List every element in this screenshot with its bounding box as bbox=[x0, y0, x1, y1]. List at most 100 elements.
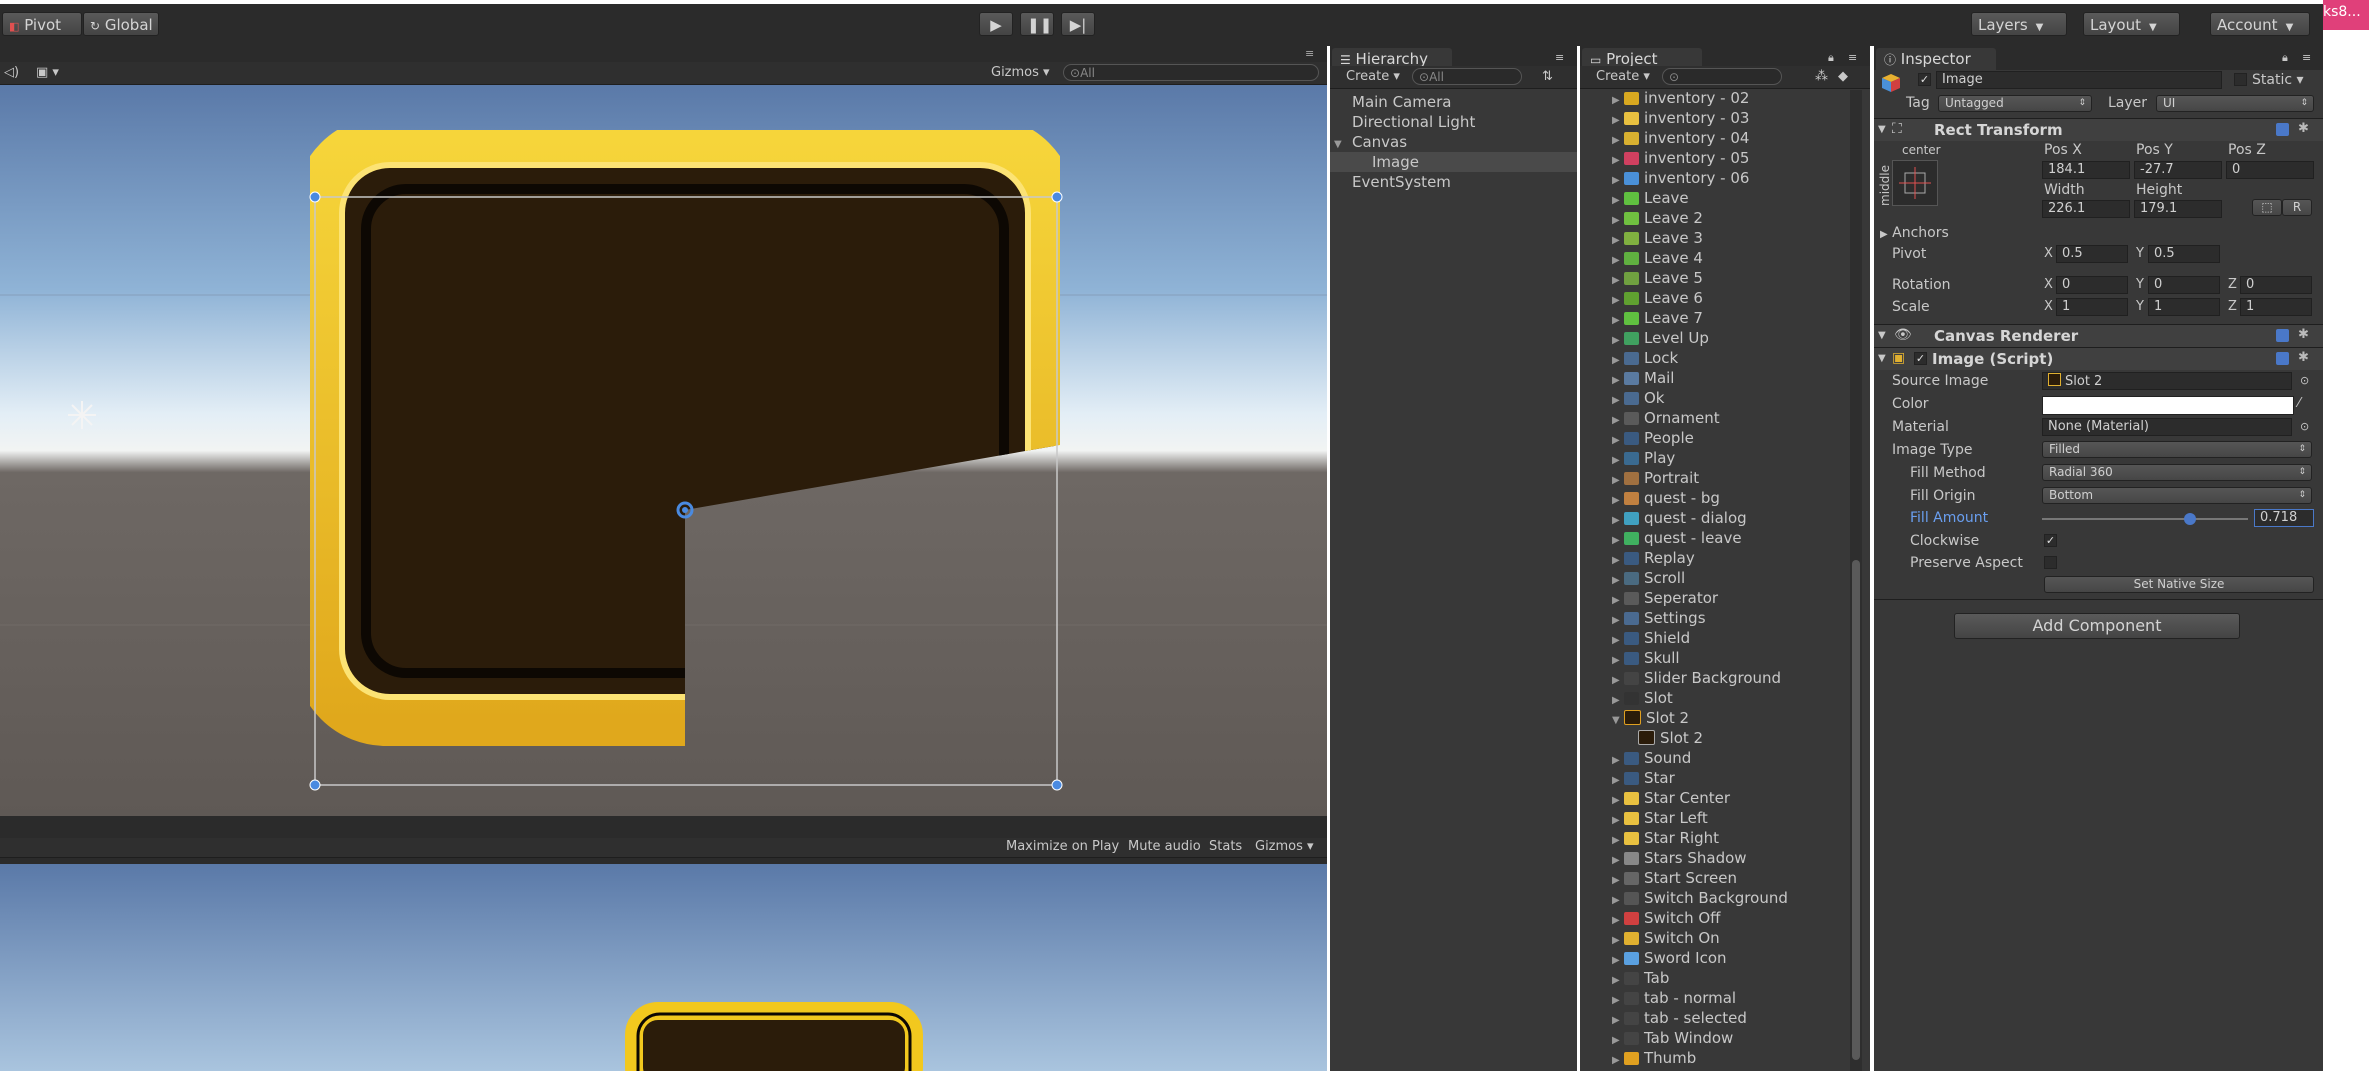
width-field[interactable]: 226.1 bbox=[2042, 200, 2130, 218]
anchors-foldout[interactable]: ▶ Anchors bbox=[1880, 224, 1949, 244]
project-item[interactable]: ▶ Settings bbox=[1612, 608, 1706, 628]
canvas-renderer-header[interactable]: ▼ 👁︎ Canvas Renderer ✱ bbox=[1874, 324, 2323, 347]
project-scrollbar[interactable] bbox=[1850, 90, 1862, 1071]
lock-icon[interactable]: 🔒︎ bbox=[2282, 48, 2288, 68]
play-button[interactable]: ▶ bbox=[979, 12, 1013, 36]
project-item[interactable]: ▶ Mail bbox=[1612, 368, 1674, 388]
hierarchy-item[interactable]: ▼ Canvas bbox=[1334, 132, 1407, 152]
fold-open-icon[interactable]: ▼ bbox=[1878, 350, 1886, 368]
hierarchy-item[interactable]: Main Camera bbox=[1352, 92, 1451, 112]
gear-icon[interactable]: ✱ bbox=[2298, 121, 2309, 136]
project-item[interactable]: ▶ Star Left bbox=[1612, 808, 1708, 828]
raw-edit-button[interactable]: R bbox=[2282, 199, 2312, 216]
fill-amount-slider[interactable] bbox=[2042, 513, 2248, 525]
rect-transform-header[interactable]: ▼ ⛶ Rect Transform ✱ bbox=[1874, 118, 2323, 141]
project-item[interactable]: ▼ Slot 2 bbox=[1612, 708, 1689, 728]
filter-icon[interactable]: ⇅ bbox=[1542, 67, 1553, 87]
project-search-input[interactable]: ⊙ bbox=[1662, 68, 1782, 85]
project-item[interactable]: ▶ Start Screen bbox=[1612, 868, 1737, 888]
add-component-button[interactable]: Add Component bbox=[1954, 613, 2240, 639]
project-item[interactable]: ▶ Tab bbox=[1612, 968, 1669, 988]
rotation-z-field[interactable]: 0 bbox=[2240, 276, 2312, 294]
project-item[interactable]: ▶ Sound bbox=[1612, 748, 1691, 768]
static-label[interactable]: Static ▾ bbox=[2252, 71, 2304, 89]
pause-button[interactable]: ❚❚ bbox=[1020, 12, 1054, 36]
project-item[interactable]: ▶ quest - leave bbox=[1612, 528, 1742, 548]
project-item[interactable]: ▶ Ornament bbox=[1612, 408, 1720, 428]
anchor-presets-button[interactable] bbox=[1892, 160, 1938, 206]
project-item[interactable]: ▶ inventory - 03 bbox=[1612, 108, 1749, 128]
project-item[interactable]: ▶ Level Up bbox=[1612, 328, 1709, 348]
project-item[interactable]: ▶ Star bbox=[1612, 768, 1675, 788]
project-item[interactable]: ▶ Switch On bbox=[1612, 928, 1720, 948]
project-item[interactable]: ▶ Leave 2 bbox=[1612, 208, 1703, 228]
project-item[interactable]: ▶ Slot bbox=[1612, 688, 1673, 708]
project-item[interactable]: ▶ Leave bbox=[1612, 188, 1689, 208]
layers-dropdown[interactable]: Layers ▼ bbox=[1971, 12, 2067, 36]
stats-toggle[interactable]: Stats bbox=[1209, 837, 1242, 857]
project-item[interactable]: ▶ Leave 5 bbox=[1612, 268, 1703, 288]
object-name-field[interactable]: Image bbox=[1936, 71, 2222, 89]
set-native-size-button[interactable]: Set Native Size bbox=[2044, 576, 2314, 593]
active-checkbox[interactable]: ✓ bbox=[1918, 73, 1931, 86]
scale-y-field[interactable]: 1 bbox=[2148, 298, 2220, 316]
layout-dropdown[interactable]: Layout ▼ bbox=[2083, 12, 2180, 36]
object-picker-icon[interactable]: ⊙ bbox=[2300, 372, 2309, 390]
filter-type-icon[interactable]: ⁂ bbox=[1815, 67, 1828, 87]
project-item[interactable]: Slot 2 bbox=[1626, 728, 1703, 748]
project-item[interactable]: ▶ quest - dialog bbox=[1612, 508, 1747, 528]
hierarchy-search-input[interactable]: ⊙All bbox=[1412, 68, 1522, 85]
panel-menu-icon[interactable]: ≡ bbox=[1555, 48, 1564, 68]
pos-y-field[interactable]: -27.7 bbox=[2134, 161, 2222, 179]
project-item[interactable]: ▶ Portrait bbox=[1612, 468, 1699, 488]
project-item[interactable]: ▶ Shield bbox=[1612, 628, 1690, 648]
tab-inspector[interactable]: ⓘ Inspector bbox=[1876, 48, 1996, 70]
fold-open-icon[interactable]: ▼ bbox=[1612, 711, 1624, 731]
audio-icon[interactable]: ◁) bbox=[4, 63, 19, 83]
image-enabled-checkbox[interactable]: ✓ bbox=[1914, 352, 1927, 365]
help-icon[interactable] bbox=[2276, 329, 2289, 342]
image-type-dropdown[interactable]: Filled ⇕ bbox=[2042, 441, 2312, 458]
project-item[interactable]: ▶ Thumb bbox=[1612, 1048, 1696, 1068]
project-item[interactable]: ▶ Leave 4 bbox=[1612, 248, 1703, 268]
fold-open-icon[interactable]: ▼ bbox=[1878, 121, 1886, 139]
rotation-x-field[interactable]: 0 bbox=[2056, 276, 2128, 294]
project-item[interactable]: ▶ Star Right bbox=[1612, 828, 1719, 848]
scale-z-field[interactable]: 1 bbox=[2240, 298, 2312, 316]
help-icon[interactable] bbox=[2276, 352, 2289, 365]
project-item[interactable]: ▶ Lock bbox=[1612, 348, 1678, 368]
hierarchy-create-dropdown[interactable]: Create ▾ bbox=[1346, 67, 1400, 87]
project-item[interactable]: ▶ inventory - 02 bbox=[1612, 88, 1749, 108]
project-item[interactable]: ▶ quest - bg bbox=[1612, 488, 1720, 508]
project-item[interactable]: ▶ Leave 6 bbox=[1612, 288, 1703, 308]
help-icon[interactable] bbox=[2276, 123, 2289, 136]
fill-origin-dropdown[interactable]: Bottom ⇕ bbox=[2042, 487, 2312, 504]
project-item[interactable]: ▶ Switch Off bbox=[1612, 908, 1721, 928]
rotation-y-field[interactable]: 0 bbox=[2148, 276, 2220, 294]
height-field[interactable]: 179.1 bbox=[2134, 200, 2222, 218]
project-item[interactable]: ▶ Skull bbox=[1612, 648, 1680, 668]
panel-menu-icon[interactable]: ≡ bbox=[1848, 48, 1857, 68]
fill-method-dropdown[interactable]: Radial 360 ⇕ bbox=[2042, 464, 2312, 481]
pos-x-field[interactable]: 184.1 bbox=[2042, 161, 2130, 179]
project-item[interactable]: ▶ Leave 3 bbox=[1612, 228, 1703, 248]
project-item[interactable]: ▶ Switch Background bbox=[1612, 888, 1788, 908]
pos-z-field[interactable]: 0 bbox=[2226, 161, 2314, 179]
project-item[interactable]: ▶ inventory - 06 bbox=[1612, 168, 1749, 188]
preserve-aspect-checkbox[interactable] bbox=[2044, 556, 2057, 569]
gear-icon[interactable]: ✱ bbox=[2298, 350, 2309, 365]
gear-icon[interactable]: ✱ bbox=[2298, 327, 2309, 342]
hierarchy-item[interactable]: EventSystem bbox=[1352, 172, 1451, 192]
blueprint-mode-button[interactable]: ⬚ bbox=[2252, 199, 2282, 216]
material-field[interactable]: None (Material) bbox=[2042, 418, 2292, 436]
project-item[interactable]: ▶ inventory - 04 bbox=[1612, 128, 1749, 148]
pivot-toggle[interactable]: ◧ Pivot bbox=[2, 12, 82, 36]
account-dropdown[interactable]: Account ▼ bbox=[2210, 12, 2310, 36]
mute-audio-toggle[interactable]: Mute audio bbox=[1128, 837, 1201, 857]
filter-label-icon[interactable]: ◆ bbox=[1838, 67, 1848, 87]
project-item[interactable]: ▶ tab - selected bbox=[1612, 1008, 1747, 1028]
image-effects-icon[interactable]: ▣ ▾ bbox=[36, 63, 59, 83]
project-create-dropdown[interactable]: Create ▾ bbox=[1596, 67, 1650, 87]
tag-dropdown[interactable]: Untagged ⇕ bbox=[1938, 95, 2092, 112]
scrollbar-thumb[interactable] bbox=[1852, 560, 1860, 1060]
